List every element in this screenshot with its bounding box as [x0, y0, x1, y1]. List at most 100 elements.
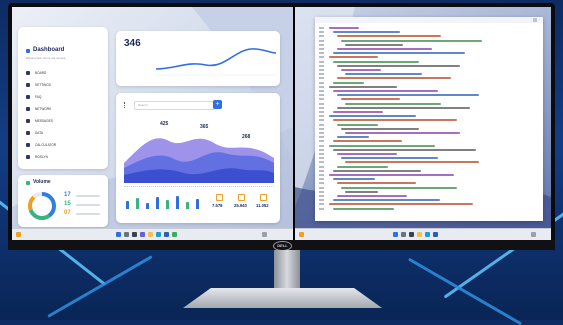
- line-number: [319, 69, 324, 71]
- code-line[interactable]: [333, 111, 383, 113]
- sidebar-item-calculator[interactable]: CALCULATOR: [26, 143, 56, 147]
- code-line[interactable]: [345, 132, 460, 134]
- code-line[interactable]: [341, 39, 482, 42]
- folder-icon[interactable]: [148, 232, 153, 237]
- line-number: [319, 106, 324, 109]
- code-line[interactable]: [337, 153, 397, 155]
- sidebar-item-settings[interactable]: SETTINGS: [26, 83, 51, 87]
- code-line[interactable]: [337, 77, 451, 80]
- code-line[interactable]: [337, 195, 407, 197]
- code-line[interactable]: [337, 165, 388, 168]
- add-button[interactable]: +: [213, 100, 222, 109]
- code-line[interactable]: [333, 52, 465, 55]
- line-number: [319, 207, 324, 210]
- code-line[interactable]: [329, 56, 378, 59]
- line-number: [319, 140, 324, 143]
- code-line[interactable]: [333, 81, 364, 84]
- search-icon[interactable]: [124, 232, 129, 237]
- calc-icon: [26, 143, 30, 147]
- light-streak: [407, 257, 523, 325]
- volume-legend-line: [76, 213, 100, 215]
- code-line[interactable]: [333, 31, 400, 34]
- volume-title: Volume: [33, 179, 51, 185]
- taskbar-left: [12, 228, 293, 240]
- wave-value-1: 425: [160, 121, 169, 127]
- monitor-stand-base: [183, 288, 382, 308]
- code-line[interactable]: [337, 106, 470, 109]
- code-line[interactable]: [337, 64, 460, 67]
- sidebar-item-faq[interactable]: FAQ: [26, 95, 41, 99]
- code-line[interactable]: [329, 174, 454, 176]
- total-icon: [216, 194, 223, 201]
- store-icon[interactable]: [164, 232, 169, 237]
- code-line[interactable]: [333, 148, 476, 151]
- code-line[interactable]: [333, 60, 419, 63]
- code-line[interactable]: [345, 190, 378, 193]
- line-number: [319, 94, 324, 97]
- code-line[interactable]: [337, 35, 441, 38]
- tray-icon[interactable]: [262, 232, 267, 237]
- code-line[interactable]: [345, 43, 403, 46]
- folder-icon[interactable]: [417, 232, 422, 237]
- wave-value-3: 268: [242, 134, 251, 140]
- store-icon[interactable]: [433, 232, 438, 237]
- sidebar-item-board[interactable]: BOARD: [26, 71, 46, 75]
- sidebar-item-messages[interactable]: MESSAGES: [26, 119, 53, 123]
- code-line[interactable]: [333, 169, 421, 172]
- code-line[interactable]: [329, 115, 416, 118]
- code-line[interactable]: [329, 203, 473, 206]
- code-line[interactable]: [329, 144, 435, 147]
- search-icon[interactable]: [401, 232, 406, 237]
- code-line[interactable]: [337, 136, 369, 139]
- code-line[interactable]: [333, 178, 375, 181]
- taskview-icon[interactable]: [409, 232, 414, 237]
- code-line[interactable]: [337, 94, 479, 97]
- code-line[interactable]: [345, 161, 479, 164]
- code-editor-area: [295, 7, 551, 240]
- volume-legend-line: [76, 195, 100, 197]
- help-icon: [26, 95, 30, 99]
- line-number: [319, 90, 324, 92]
- weather-icon[interactable]: [16, 232, 21, 237]
- sidebar-item-data[interactable]: DATA: [26, 131, 43, 135]
- search-input[interactable]: Search: [134, 101, 215, 110]
- code-line[interactable]: [345, 73, 422, 76]
- code-line[interactable]: [341, 157, 438, 160]
- code-line[interactable]: [333, 207, 394, 210]
- sidebar-item-label: MESSAGES: [35, 119, 53, 123]
- sidebar-item-network[interactable]: NETWORK: [26, 107, 51, 111]
- sidebar-item-roslyn[interactable]: ROSLYN: [26, 155, 48, 159]
- total-value: 7.578: [212, 203, 223, 208]
- chat-icon[interactable]: [140, 232, 145, 237]
- code-line[interactable]: [329, 27, 359, 29]
- menu-icon[interactable]: [124, 102, 127, 108]
- code-line[interactable]: [337, 123, 378, 126]
- sidebar-item-label: FAQ: [35, 95, 42, 99]
- code-line[interactable]: [341, 186, 457, 189]
- close-icon[interactable]: [533, 18, 537, 22]
- edge-icon[interactable]: [156, 232, 161, 237]
- code-line[interactable]: [341, 127, 419, 130]
- code-line[interactable]: [341, 98, 400, 101]
- line-number: [319, 31, 324, 34]
- gear-icon: [26, 83, 30, 87]
- tray-icon[interactable]: [531, 232, 536, 237]
- code-line[interactable]: [333, 199, 440, 202]
- start-icon[interactable]: [116, 232, 121, 237]
- line-number: [319, 35, 324, 38]
- start-icon[interactable]: [393, 232, 398, 237]
- code-line[interactable]: [345, 102, 441, 105]
- code-line[interactable]: [329, 85, 397, 88]
- weather-icon[interactable]: [299, 232, 304, 237]
- taskview-icon[interactable]: [132, 232, 137, 237]
- code-line[interactable]: [341, 69, 381, 71]
- code-line[interactable]: [333, 119, 457, 122]
- code-line[interactable]: [333, 90, 438, 92]
- code-line[interactable]: [337, 182, 416, 185]
- code-line[interactable]: [337, 48, 432, 50]
- code-line[interactable]: [333, 140, 402, 143]
- line-number: [319, 52, 324, 55]
- app-icon[interactable]: [172, 232, 177, 237]
- edge-icon[interactable]: [425, 232, 430, 237]
- dashboard-title: Dashboard: [33, 47, 65, 53]
